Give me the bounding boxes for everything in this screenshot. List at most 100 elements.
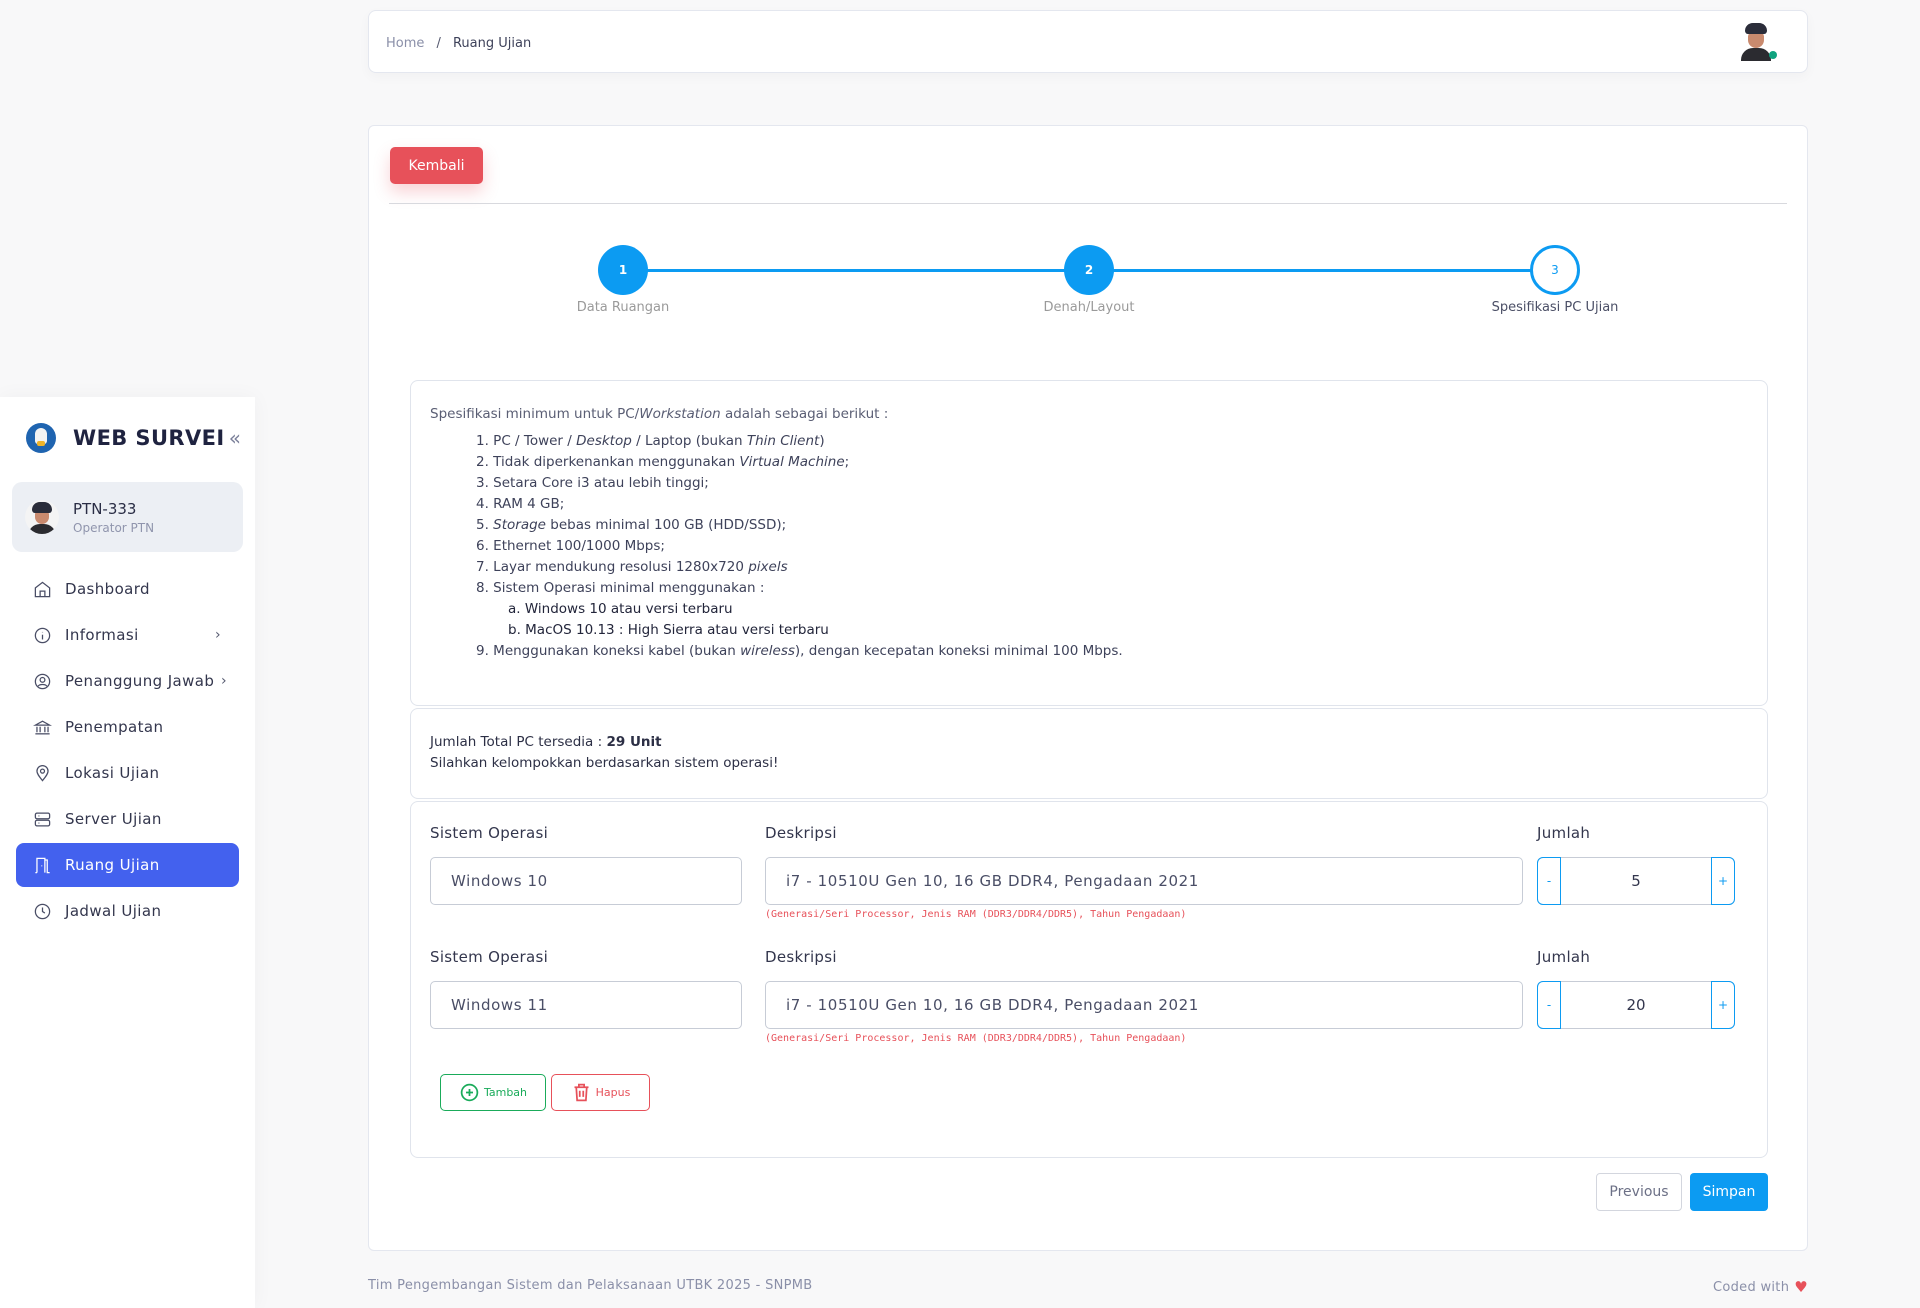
quantity-label: Jumlah	[1537, 948, 1591, 966]
sidebar-item-penempatan[interactable]: Penempatan	[16, 705, 239, 749]
brand: WEB SURVEI «	[26, 421, 241, 455]
info-icon	[31, 624, 53, 646]
server-icon	[31, 808, 53, 830]
double-chevron-left-icon[interactable]: «	[229, 426, 241, 450]
sidebar-item-lokasi-ujian[interactable]: Lokasi Ujian	[16, 751, 239, 795]
spec-requirements-box: Spesifikasi minimum untuk PC/Workstation…	[410, 380, 1768, 706]
user-role: Operator PTN	[73, 520, 155, 535]
delete-row-label: Hapus	[595, 1086, 631, 1099]
sidebar-item-penanggung-jawab[interactable]: Penanggung Jawab ›	[16, 659, 239, 703]
os-sub-item: b. MacOS 10.13 : High Sierra atau versi …	[508, 622, 829, 638]
save-button[interactable]: Simpan	[1690, 1173, 1768, 1211]
chevron-right-icon: ›	[221, 673, 227, 689]
grouping-instruction: Silahkan kelompokkan berdasarkan sistem …	[430, 755, 779, 771]
map-pin-icon	[31, 762, 53, 784]
spec-item: 1. PC / Tower / Desktop / Laptop (bukan …	[476, 433, 825, 449]
spec-item: 5. Storage bebas minimal 100 GB (HDD/SSD…	[476, 517, 787, 533]
online-status-indicator	[1769, 51, 1777, 59]
avatar	[25, 500, 59, 534]
sidebar-item-label: Server Ujian	[65, 810, 162, 828]
sidebar-item-label: Jadwal Ujian	[65, 902, 162, 920]
description-hint: (Generasi/Seri Processor, Jenis RAM (DDR…	[765, 1033, 1187, 1044]
back-button[interactable]: Kembali	[390, 147, 483, 184]
spec-item: 6. Ethernet 100/1000 Mbps;	[476, 538, 665, 554]
progress-stepper: 1 2 3 Data Ruangan Denah/Layout Spesifik…	[369, 245, 1809, 315]
sidebar-item-label: Penanggung Jawab	[65, 672, 215, 690]
os-sub-list: a. Windows 10 atau versi terbaru b. MacOS…	[476, 599, 1748, 641]
spec-item: 9. Menggunakan koneksi kabel (bukan wire…	[476, 643, 1123, 659]
os-label: Sistem Operasi	[430, 948, 549, 966]
add-row-label: Tambah	[483, 1086, 528, 1099]
sidebar: WEB SURVEI « PTN-333 Operator PTN Dashbo…	[0, 397, 255, 1308]
sidebar-item-jadwal-ujian[interactable]: Jadwal Ujian	[16, 889, 239, 933]
sidebar-item-label: Lokasi Ujian	[65, 764, 160, 782]
os-label: Sistem Operasi	[430, 824, 549, 842]
sidebar-item-ruang-ujian[interactable]: Ruang Ujian	[16, 843, 239, 887]
user-circle-icon	[31, 670, 53, 692]
sidebar-item-label: Penempatan	[65, 718, 164, 736]
os-input[interactable]	[430, 857, 742, 905]
breadcrumb-separator: /	[436, 36, 441, 51]
profile-avatar[interactable]	[1741, 23, 1777, 61]
spec-item: 2. Tidak diperkenankan menggunakan Virtu…	[476, 454, 850, 470]
breadcrumb-current: Ruang Ujian	[452, 36, 532, 51]
sidebar-item-server-ujian[interactable]: Server Ujian	[16, 797, 239, 841]
description-input[interactable]	[765, 857, 1523, 905]
user-card[interactable]: PTN-333 Operator PTN	[12, 482, 243, 552]
delete-row-button[interactable]: Hapus	[551, 1074, 650, 1111]
increment-button[interactable]: +	[1711, 857, 1735, 905]
quantity-stepper: - 5 +	[1537, 857, 1735, 905]
decrement-button[interactable]: -	[1537, 981, 1561, 1029]
step-1-circle[interactable]: 1	[598, 245, 648, 295]
sidebar-item-label: Dashboard	[65, 580, 150, 598]
spec-item: 7. Layar mendukung resolusi 1280x720 pix…	[476, 559, 788, 575]
plus-circle-icon	[460, 1083, 479, 1102]
breadcrumb-home-link[interactable]: Home	[386, 36, 424, 51]
increment-button[interactable]: +	[1711, 981, 1735, 1029]
step-2-label: Denah/Layout	[1043, 300, 1135, 315]
heart-icon: ♥	[1794, 1278, 1808, 1296]
breadcrumb-bar: Home / Ruang Ujian	[368, 10, 1808, 73]
sidebar-nav: Dashboard Informasi › Penanggung Jawab ›…	[16, 567, 239, 935]
os-sub-item: a. Windows 10 atau versi terbaru	[508, 601, 733, 617]
divider	[389, 203, 1787, 204]
user-name: PTN-333	[73, 499, 137, 518]
step-connector	[623, 269, 1089, 272]
quantity-input[interactable]: 20	[1561, 982, 1711, 1028]
spec-item: 4. RAM 4 GB;	[476, 496, 565, 512]
sidebar-item-dashboard[interactable]: Dashboard	[16, 567, 239, 611]
description-hint: (Generasi/Seri Processor, Jenis RAM (DDR…	[765, 909, 1187, 920]
pc-group-form: Sistem Operasi Deskripsi Jumlah (Generas…	[410, 801, 1768, 1158]
footer-coded-with: Coded with ♥	[1713, 1278, 1808, 1296]
bank-icon	[31, 716, 53, 738]
step-connector	[1089, 269, 1555, 272]
quantity-input[interactable]: 5	[1561, 858, 1711, 904]
total-pc-line: Jumlah Total PC tersedia : 29 Unit	[430, 734, 662, 750]
brand-title: WEB SURVEI	[73, 426, 225, 450]
decrement-button[interactable]: -	[1537, 857, 1561, 905]
spec-intro: Spesifikasi minimum untuk PC/Workstation…	[430, 406, 889, 422]
door-icon	[31, 854, 53, 876]
breadcrumb: Home / Ruang Ujian	[386, 32, 531, 51]
trash-icon	[574, 1083, 589, 1102]
brand-logo-icon	[26, 423, 56, 453]
previous-button[interactable]: Previous	[1596, 1173, 1682, 1211]
home-icon	[31, 578, 53, 600]
sidebar-item-label: Ruang Ujian	[65, 856, 160, 874]
step-3-label: Spesifikasi PC Ujian	[1491, 300, 1619, 315]
description-label: Deskripsi	[765, 824, 837, 842]
os-input[interactable]	[430, 981, 742, 1029]
total-pc-value: 29 Unit	[606, 734, 662, 750]
sidebar-item-informasi[interactable]: Informasi ›	[16, 613, 239, 657]
footer-credits: Tim Pengembangan Sistem dan Pelaksanaan …	[368, 1278, 813, 1293]
quantity-label: Jumlah	[1537, 824, 1591, 842]
description-label: Deskripsi	[765, 948, 837, 966]
step-3-circle[interactable]: 3	[1530, 245, 1580, 295]
step-1-label: Data Ruangan	[576, 300, 670, 315]
description-input[interactable]	[765, 981, 1523, 1029]
add-row-button[interactable]: Tambah	[440, 1074, 546, 1111]
clock-icon	[31, 900, 53, 922]
sidebar-item-label: Informasi	[65, 626, 139, 644]
quantity-stepper: - 20 +	[1537, 981, 1735, 1029]
step-2-circle[interactable]: 2	[1064, 245, 1114, 295]
